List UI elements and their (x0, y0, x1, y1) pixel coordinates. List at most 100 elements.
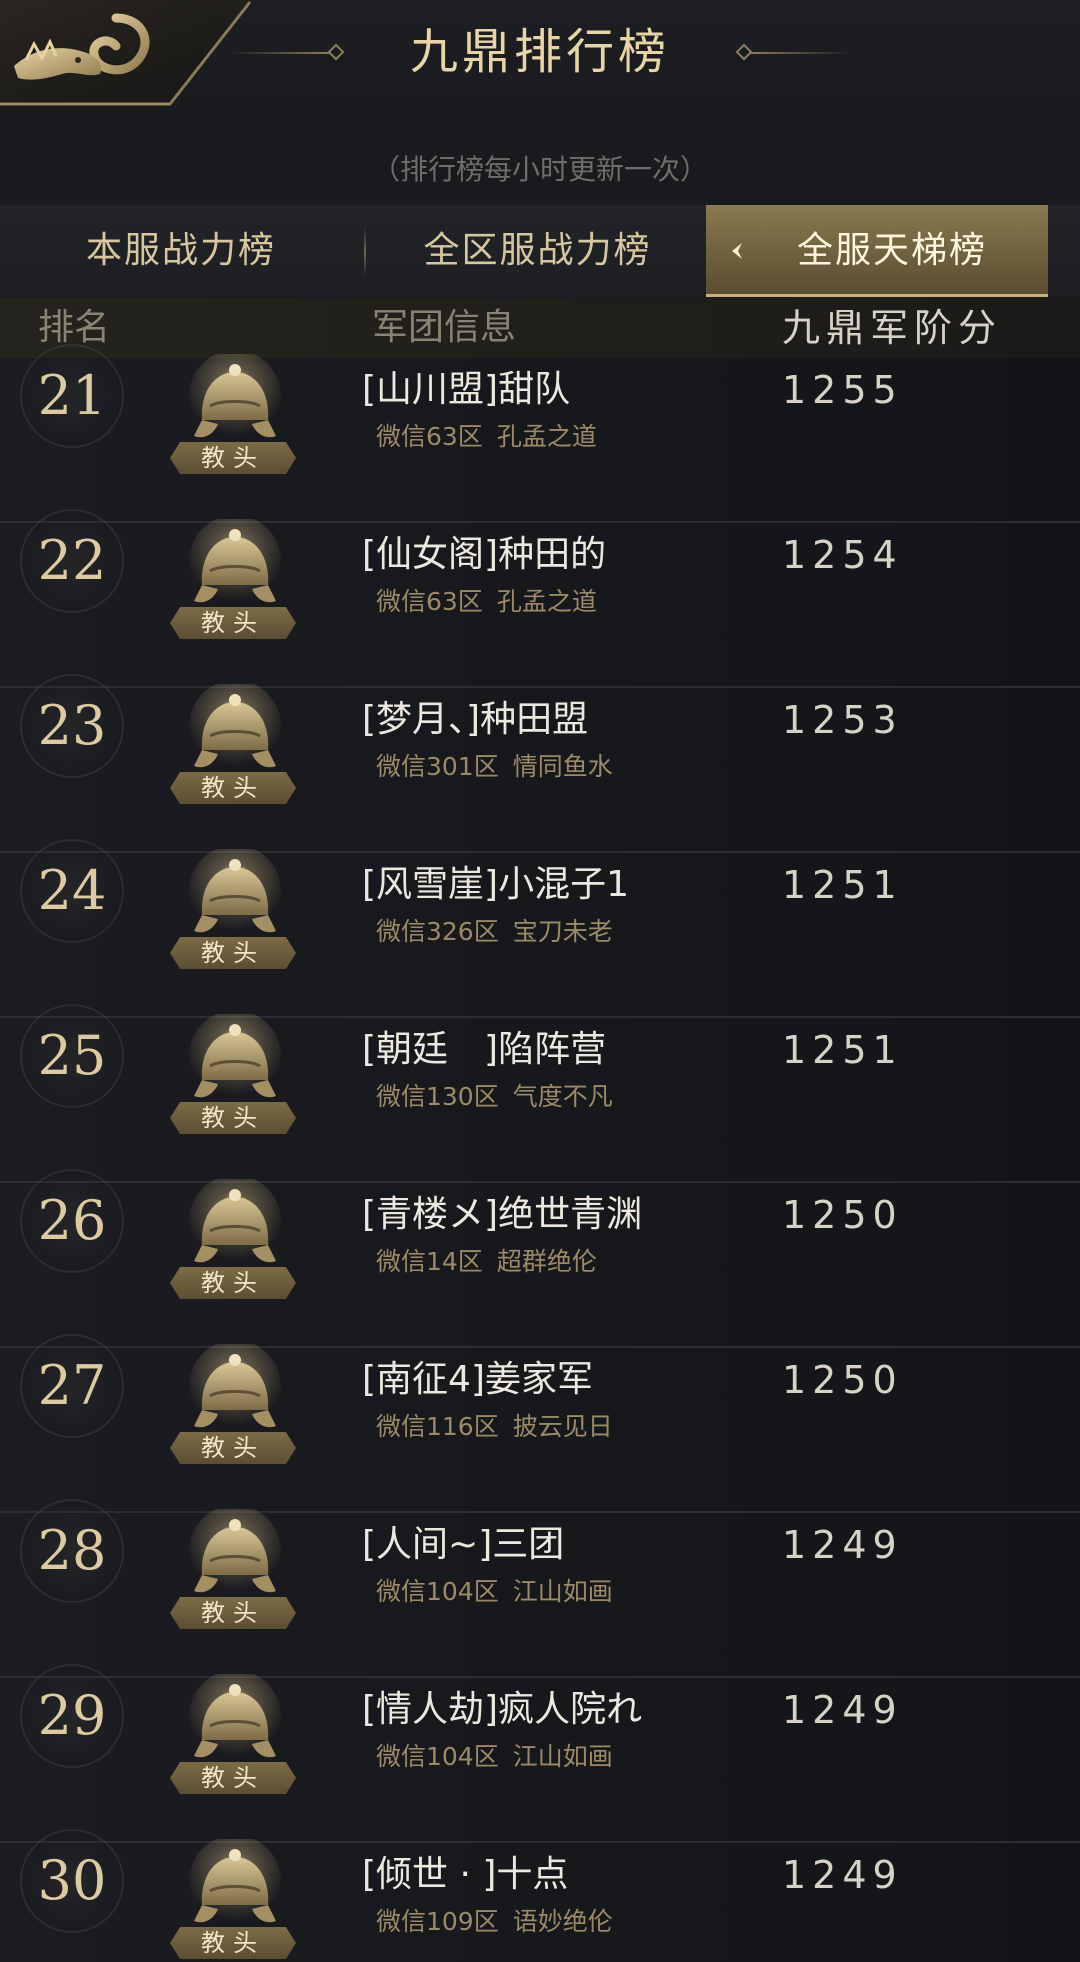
helmet-icon (180, 1670, 290, 1774)
rank-title-badge: 教头 (170, 1927, 296, 1959)
active-tab-arrow-icon (732, 243, 742, 259)
legion-meta: 微信326区 宝刀未老 (376, 915, 613, 949)
legion-meta: 微信104区 江山如画 (376, 1575, 613, 1609)
ranking-row[interactable]: 30 教头 [倾世 · ]十点 微信109区 语妙绝伦 1249 (0, 1829, 1080, 1962)
server-title: 披云见日 (512, 1412, 613, 1441)
page-title: 九鼎排行榜 (409, 24, 670, 80)
legion-meta: 微信116区 披云见日 (376, 1410, 613, 1444)
ranking-row[interactable]: 26 教头 [青楼メ]绝世青渊微信14区 超群绝伦 1250 (0, 1169, 1080, 1348)
rank-title-badge: 教头 (170, 772, 296, 804)
column-score: 九鼎军阶分 (782, 306, 1003, 350)
rank-title-badge: 教头 (170, 1597, 296, 1629)
rank-title-badge: 教头 (170, 1267, 296, 1299)
server-title: 超群绝伦 (496, 1247, 597, 1276)
legion-score: 1250 (782, 1358, 903, 1402)
tab-ladder[interactable]: 全服天梯榜 (706, 205, 1048, 297)
legion-name[interactable]: [青楼メ]绝世青渊 (362, 1191, 642, 1239)
legion-meta: 微信109区 语妙绝伦 (376, 1905, 613, 1939)
ranking-row[interactable]: 23 教头 [梦月、]种田盟微信301区 情同鱼水 1253 (0, 674, 1080, 853)
server-label: 微信63区 (376, 587, 483, 616)
rank-number: 29 (37, 1684, 107, 1747)
legion-meta: 微信104区 江山如画 (376, 1740, 613, 1774)
legion-meta: 微信301区 情同鱼水 (376, 750, 613, 784)
ranking-row[interactable]: 29 教头 [情人劫]疯人院れ 微信104区 江山如画 1249 (0, 1664, 1080, 1843)
legion-score: 1250 (782, 1193, 903, 1237)
rank-title-badge: 教头 (170, 1432, 296, 1464)
column-header: 排名 军团信息 九鼎军阶分 (0, 298, 1080, 358)
server-label: 微信109区 (376, 1907, 499, 1936)
rank-title-badge: 教头 (170, 1102, 296, 1134)
ranking-row[interactable]: 21 教头 [山川盟]甜队微信63区 孔孟之道 1255 (0, 344, 1080, 523)
leaderboard-page: 九鼎排行榜 （排行榜每小时更新一次） 本服战力榜 全区服战力榜 全服天梯榜 排名… (0, 0, 1080, 1962)
legion-name[interactable]: [山川盟]甜队 (362, 366, 570, 414)
server-title: 孔孟之道 (496, 422, 597, 451)
server-label: 微信104区 (376, 1577, 499, 1606)
legion-name[interactable]: [梦月、]种田盟 (362, 696, 588, 744)
rank-title-badge: 教头 (170, 442, 296, 474)
server-title: 气度不凡 (512, 1082, 613, 1111)
helmet-icon (180, 1340, 290, 1444)
legion-name[interactable]: [朝廷 ]陷阵营 (362, 1026, 606, 1074)
server-title: 江山如画 (512, 1742, 613, 1771)
ranking-row[interactable]: 28 教头 [人间~]三团微信104区 江山如画 1249 (0, 1499, 1080, 1678)
legion-score: 1249 (782, 1688, 903, 1732)
server-label: 微信301区 (376, 752, 499, 781)
rank-number: 24 (37, 859, 107, 922)
rank-number: 23 (37, 694, 107, 757)
update-note: （排行榜每小时更新一次） (371, 153, 708, 186)
helmet-icon (180, 1835, 290, 1939)
helmet-icon (180, 1505, 290, 1609)
legion-score: 1255 (782, 368, 903, 412)
legion-score: 1249 (782, 1523, 903, 1567)
tab-ladder-label: 全服天梯榜 (796, 230, 987, 271)
tab-region-power[interactable]: 全区服战力榜 (370, 205, 705, 297)
column-legion-info: 军团信息 (372, 307, 517, 348)
ranking-row[interactable]: 27 教头 [南征4]姜家军微信116区 披云见日 1250 (0, 1334, 1080, 1513)
legion-meta: 微信63区 孔孟之道 (376, 420, 597, 454)
legion-score: 1251 (782, 1028, 903, 1072)
rank-number: 25 (37, 1024, 107, 1087)
rank-number: 21 (37, 364, 107, 427)
legion-name[interactable]: [情人劫]疯人院れ (362, 1686, 642, 1734)
server-label: 微信14区 (376, 1247, 483, 1276)
legion-meta: 微信14区 超群绝伦 (376, 1245, 597, 1279)
legion-meta: 微信63区 孔孟之道 (376, 585, 597, 619)
legion-name[interactable]: [风雪崖]小混子1 (362, 861, 629, 909)
helmet-icon (180, 350, 290, 454)
legion-name[interactable]: [南征4]姜家军 (362, 1356, 593, 1404)
server-label: 微信326区 (376, 917, 499, 946)
legion-name[interactable]: [人间~]三团 (362, 1521, 564, 1569)
tab-divider (364, 227, 366, 277)
helmet-icon (180, 680, 290, 784)
rank-title-badge: 教头 (170, 937, 296, 969)
legion-name[interactable]: [倾世 · ]十点 (362, 1851, 568, 1899)
legion-name[interactable]: [仙女阁]种田的 (362, 531, 606, 579)
rank-number: 30 (37, 1849, 107, 1912)
ranking-row[interactable]: 25 教头 [朝廷 ]陷阵营微信130区 气度不凡 1251 (0, 1004, 1080, 1183)
rank-number: 28 (37, 1519, 107, 1582)
server-title: 情同鱼水 (512, 752, 613, 781)
rank-number: 27 (37, 1354, 107, 1417)
rank-number: 26 (37, 1189, 107, 1252)
server-label: 微信130区 (376, 1082, 499, 1111)
legion-score: 1253 (782, 698, 903, 742)
server-title: 孔孟之道 (496, 587, 597, 616)
header-bar: 九鼎排行榜 (0, 0, 1080, 110)
rank-number: 22 (37, 529, 107, 592)
ranking-row[interactable]: 24 教头 [风雪崖]小混子1 微信326区 宝刀未老 1251 (0, 839, 1080, 1018)
server-title: 语妙绝伦 (512, 1907, 613, 1936)
server-label: 微信104区 (376, 1742, 499, 1771)
helmet-icon (180, 845, 290, 949)
legion-score: 1251 (782, 863, 903, 907)
helmet-icon (180, 515, 290, 619)
server-title: 宝刀未老 (512, 917, 613, 946)
helmet-icon (180, 1175, 290, 1279)
server-title: 江山如画 (512, 1577, 613, 1606)
rank-title-badge: 教头 (170, 607, 296, 639)
legion-score: 1254 (782, 533, 903, 577)
legion-meta: 微信130区 气度不凡 (376, 1080, 613, 1114)
tab-server-power[interactable]: 本服战力榜 (0, 205, 362, 297)
tab-bar: 本服战力榜 全区服战力榜 全服天梯榜 (0, 205, 1080, 297)
server-label: 微信116区 (376, 1412, 499, 1441)
ranking-row[interactable]: 22 教头 [仙女阁]种田的微信63区 孔孟之道 1254 (0, 509, 1080, 688)
